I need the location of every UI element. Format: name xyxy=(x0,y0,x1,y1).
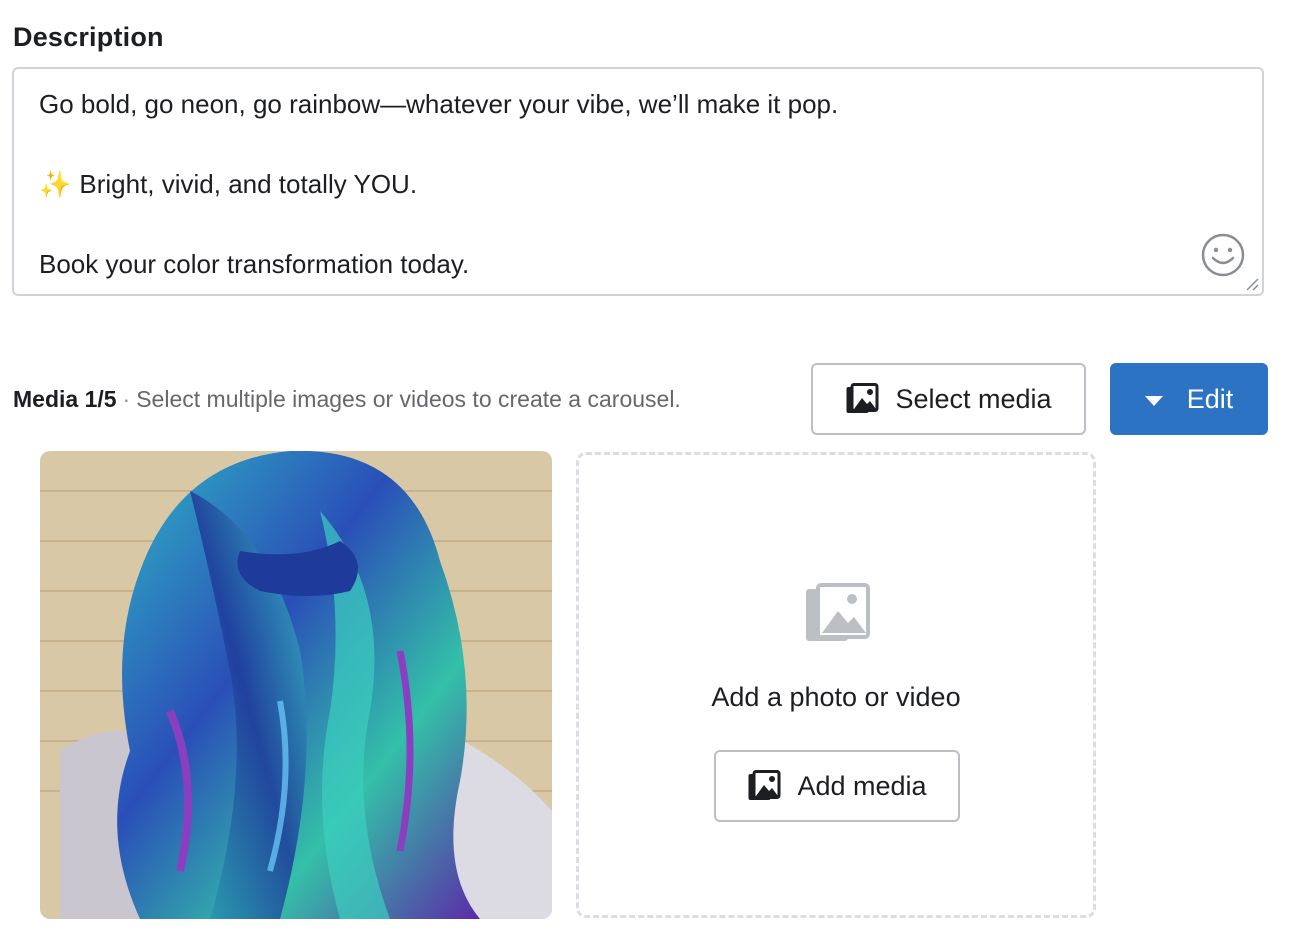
add-media-button[interactable]: Add media xyxy=(714,750,960,822)
select-media-button[interactable]: Select media xyxy=(811,363,1086,435)
description-label: Description xyxy=(13,22,164,52)
description-textarea[interactable]: Go bold, go neon, go rainbow—whatever yo… xyxy=(12,67,1264,296)
dropzone-text: Add a photo or video xyxy=(711,682,961,712)
caret-down-icon xyxy=(1144,395,1163,406)
photo-stack-icon xyxy=(806,583,870,641)
media-hint: Select multiple images or videos to crea… xyxy=(136,386,681,412)
sparkle-emoji: ✨ xyxy=(39,169,72,199)
edit-button-label: Edit xyxy=(1186,383,1234,414)
edit-button[interactable]: Edit xyxy=(1110,363,1268,435)
media-dropzone[interactable]: Add a photo or video Add media xyxy=(576,452,1096,918)
media-separator: · xyxy=(122,386,131,412)
select-media-label: Select media xyxy=(895,383,1052,414)
description-line-1: Go bold, go neon, go rainbow—whatever yo… xyxy=(39,89,839,119)
description-line-3: Book your color transformation today. xyxy=(39,249,470,279)
photo-stack-icon xyxy=(846,383,879,413)
description-line-2: ✨ Bright, vivid, and totally YOU. xyxy=(39,169,417,200)
media-label: Media 1/5 · Select multiple images or vide… xyxy=(13,386,681,413)
photo-stack-icon xyxy=(748,770,781,800)
media-count: Media 1/5 xyxy=(13,386,117,412)
description-line-2-text: Bright, vivid, and totally YOU. xyxy=(79,169,418,199)
smiley-face-icon[interactable] xyxy=(1200,232,1246,278)
media-thumbnail[interactable] xyxy=(40,451,552,919)
add-media-label: Add media xyxy=(797,770,927,801)
resize-handle-icon[interactable] xyxy=(1244,276,1260,292)
